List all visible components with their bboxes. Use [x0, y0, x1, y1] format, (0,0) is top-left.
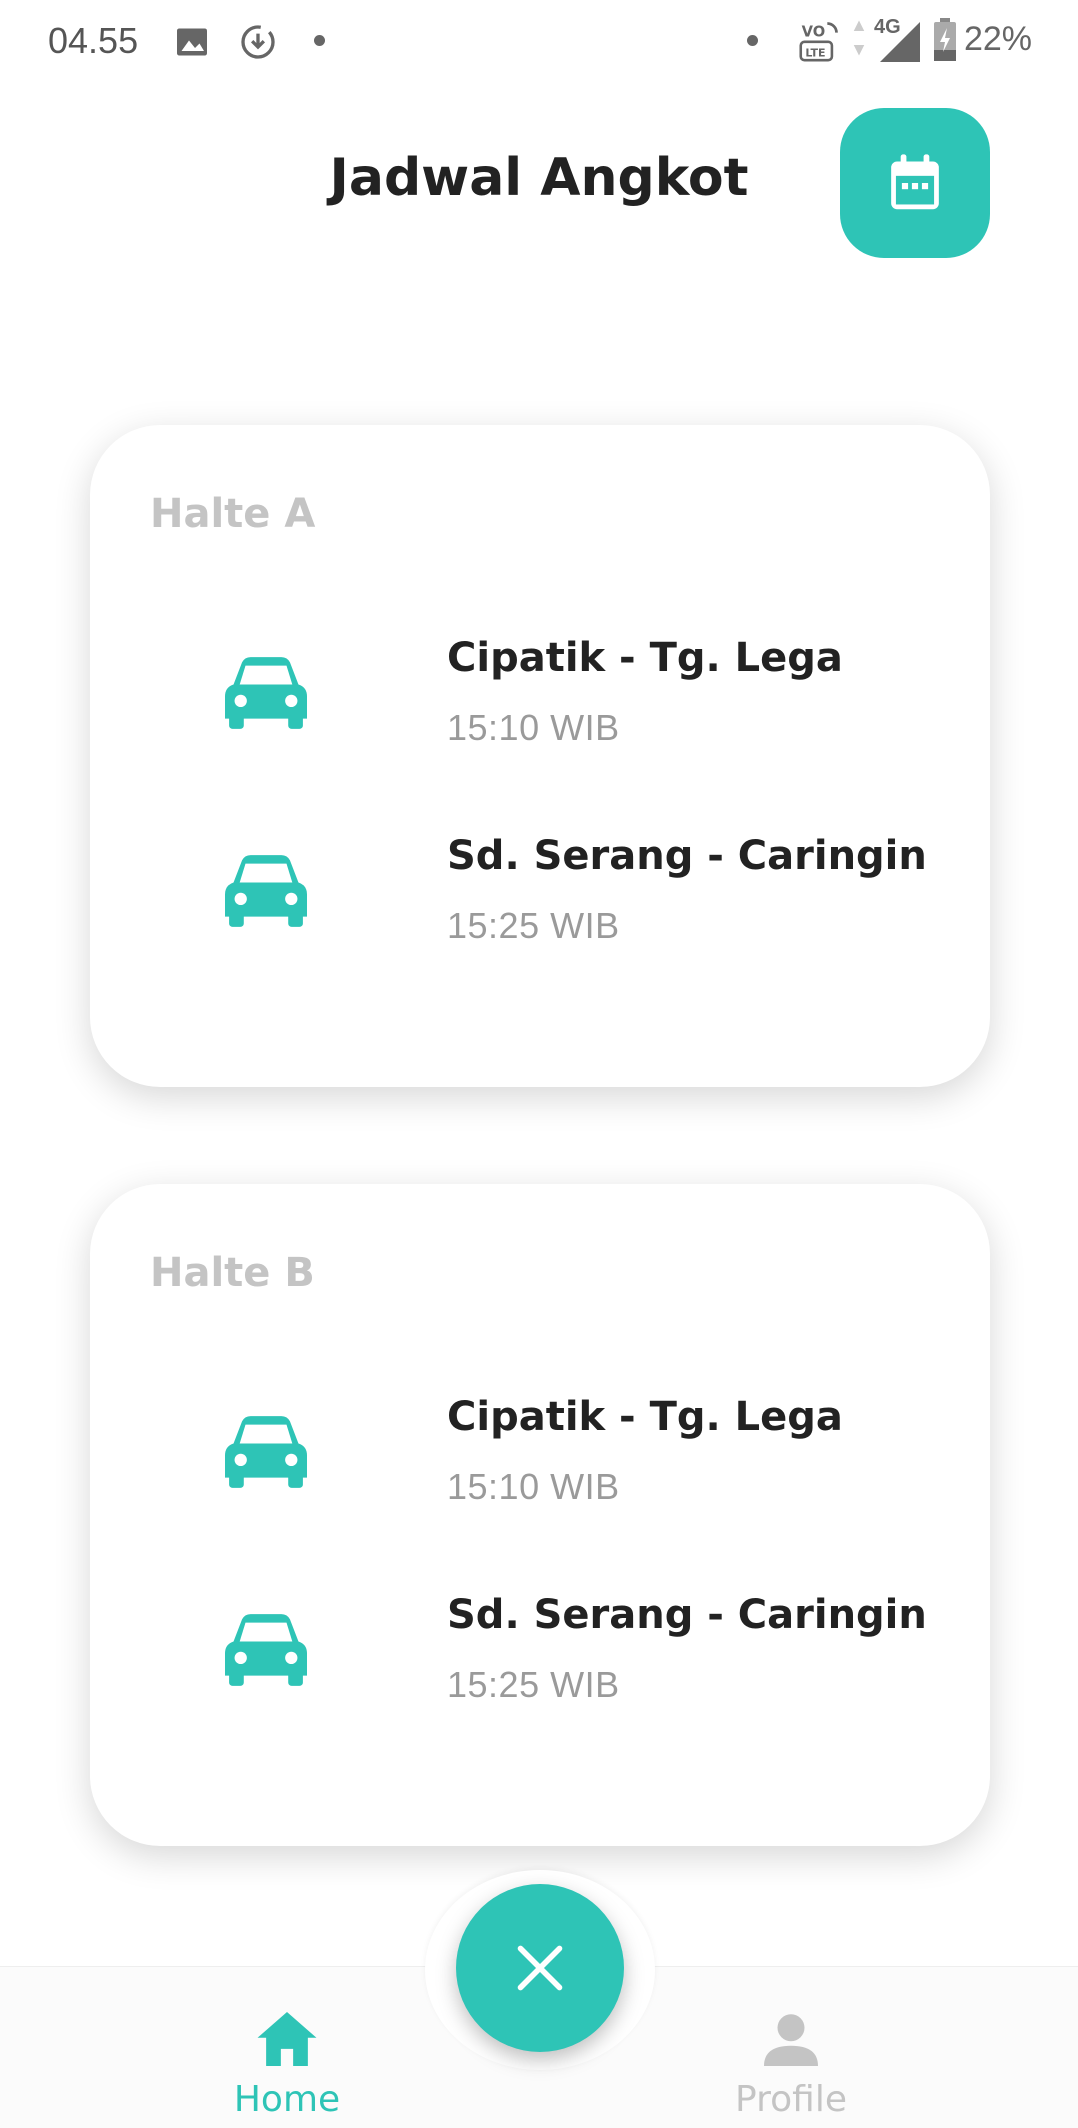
route-name: Sd. Serang - Caringin — [447, 1592, 927, 1638]
nav-profile[interactable]: Profile — [681, 2012, 901, 2120]
status-time: 04.55 — [48, 20, 139, 61]
volte-icon: VO LTE — [799, 22, 838, 62]
car-icon — [225, 855, 307, 927]
departure-time: 15:10 WIB — [447, 707, 620, 748]
dot-icon — [314, 35, 325, 46]
close-icon — [517, 1945, 563, 1991]
home-icon — [257, 2012, 317, 2066]
route-name: Cipatik - Tg. Lega — [447, 635, 843, 681]
car-icon — [225, 657, 307, 729]
dot-icon — [747, 35, 758, 46]
image-icon — [177, 28, 207, 56]
stop-card: Halte B Cipatik - Tg. Lega 15:10 WIB Sd.… — [90, 1184, 990, 1846]
svg-text:LTE: LTE — [805, 47, 825, 60]
nav-profile-label: Profile — [735, 2079, 847, 2120]
signal-icon — [880, 22, 920, 62]
route-name: Sd. Serang - Caringin — [447, 833, 927, 879]
schedule-item[interactable]: Sd. Serang - Caringin 15:25 WIB — [225, 1592, 945, 1744]
download-icon — [241, 25, 275, 59]
data-arrows-icon — [853, 20, 865, 56]
departure-time: 15:25 WIB — [447, 905, 620, 946]
route-name: Cipatik - Tg. Lega — [447, 1394, 843, 1440]
stop-name: Halte B — [150, 1250, 315, 1296]
calendar-button[interactable] — [840, 108, 990, 258]
schedule-item[interactable]: Sd. Serang - Caringin 15:25 WIB — [225, 833, 945, 985]
schedule-item[interactable]: Cipatik - Tg. Lega 15:10 WIB — [225, 1394, 945, 1546]
person-icon — [764, 2014, 818, 2066]
status-bar: 04.55 VO LTE 4G 22% — [0, 0, 1078, 84]
close-fab-button[interactable] — [456, 1884, 624, 2052]
car-icon — [225, 1416, 307, 1488]
nav-home-label: Home — [233, 2079, 341, 2120]
nav-home[interactable]: Home — [177, 2012, 397, 2120]
svg-text:VO: VO — [802, 23, 826, 40]
car-icon — [225, 1614, 307, 1686]
schedule-item[interactable]: Cipatik - Tg. Lega 15:10 WIB — [225, 635, 945, 787]
battery-percent: 22% — [963, 20, 1032, 58]
departure-time: 15:10 WIB — [447, 1466, 620, 1507]
stop-card: Halte A Cipatik - Tg. Lega 15:10 WIB Sd.… — [90, 425, 990, 1087]
battery-icon — [934, 18, 956, 61]
departure-time: 15:25 WIB — [447, 1664, 620, 1705]
stop-name: Halte A — [150, 491, 316, 537]
calendar-icon — [891, 154, 939, 210]
